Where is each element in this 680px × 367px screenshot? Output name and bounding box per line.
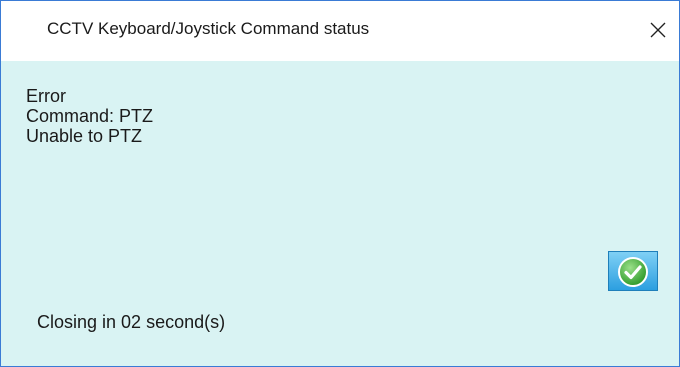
checkmark-icon — [618, 257, 648, 287]
title-bar: CCTV Keyboard/Joystick Command status — [1, 1, 679, 61]
close-icon — [650, 22, 666, 38]
ok-button[interactable] — [608, 251, 658, 291]
status-dialog: CCTV Keyboard/Joystick Command status Er… — [0, 0, 680, 367]
dialog-content: Error Command: PTZ Unable to PTZ Closing… — [1, 61, 679, 366]
message-line-command: Command: PTZ — [26, 106, 154, 126]
window-title: CCTV Keyboard/Joystick Command status — [47, 19, 370, 38]
status-message: Error Command: PTZ Unable to PTZ — [26, 86, 153, 146]
message-line-detail: Unable to PTZ — [26, 126, 143, 146]
close-button[interactable] — [643, 15, 673, 45]
message-line-error: Error — [26, 86, 66, 106]
closing-countdown: Closing in 02 second(s) — [37, 312, 226, 332]
